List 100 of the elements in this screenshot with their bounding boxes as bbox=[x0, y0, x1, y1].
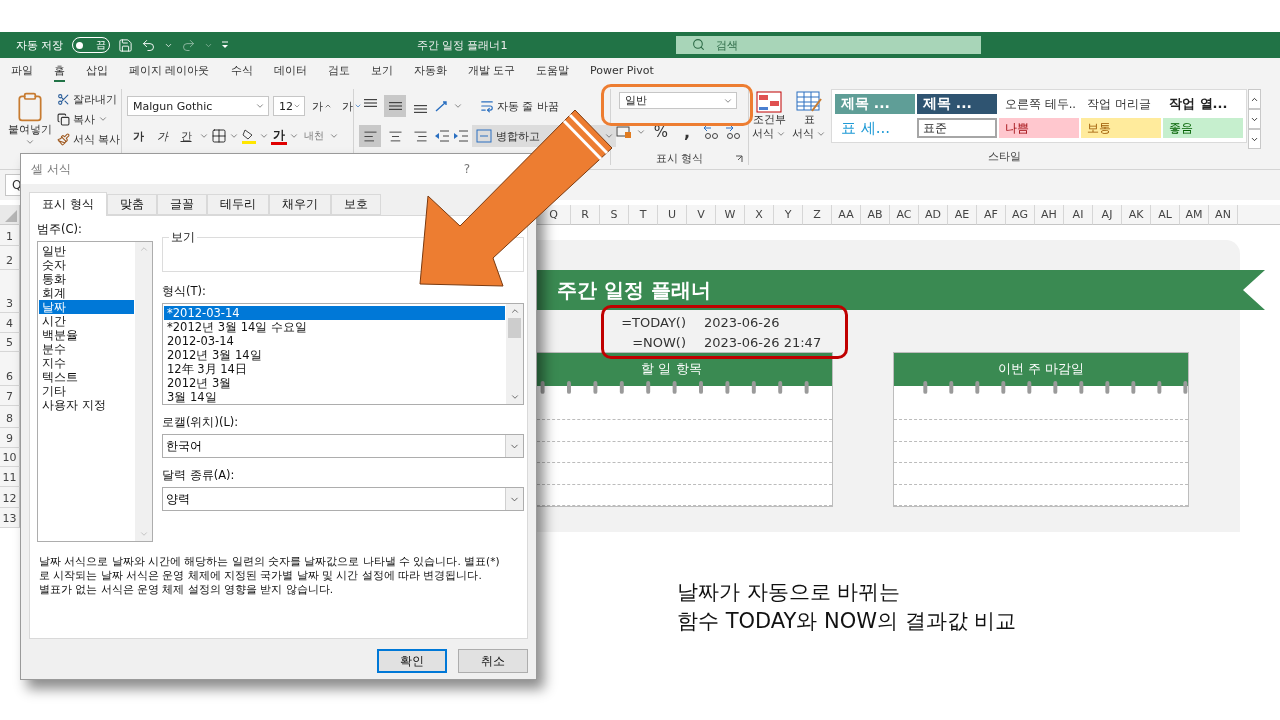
type-item[interactable]: *2012년 3월 14일 수요일 bbox=[164, 320, 505, 334]
ok-button[interactable]: 확인 bbox=[377, 649, 447, 673]
column-header[interactable]: AE bbox=[948, 205, 977, 225]
grow-font-button[interactable]: 가 bbox=[309, 95, 335, 117]
row-header[interactable]: 5 bbox=[0, 333, 20, 352]
italic-button[interactable]: 가 bbox=[151, 125, 173, 147]
row-header[interactable]: 9 bbox=[0, 428, 20, 448]
column-header[interactable]: R bbox=[571, 205, 600, 225]
shrink-font-button[interactable]: 가 bbox=[339, 95, 365, 117]
cell-style[interactable]: 제목 ... bbox=[917, 94, 997, 114]
ribbon-tab[interactable]: 파일 bbox=[11, 61, 33, 82]
column-header[interactable]: AB bbox=[861, 205, 890, 225]
category-item[interactable]: 일반 bbox=[39, 244, 134, 258]
type-item[interactable]: 2012년 3월 bbox=[164, 376, 505, 390]
ribbon-tab[interactable]: Power Pivot bbox=[590, 62, 654, 81]
column-header[interactable]: T bbox=[629, 205, 658, 225]
category-item[interactable]: 기타 bbox=[39, 384, 134, 398]
cell-style[interactable]: 표준 bbox=[917, 118, 997, 138]
conditional-formatting-button[interactable]: 조건부 서식 bbox=[749, 89, 789, 144]
ribbon-tab[interactable]: 홈 bbox=[54, 61, 65, 82]
row-header[interactable]: 13 bbox=[0, 508, 20, 528]
category-item[interactable]: 사용자 지정 bbox=[39, 398, 134, 412]
cut-button[interactable]: 잘라내기 bbox=[55, 89, 123, 109]
row-header[interactable]: 7 bbox=[0, 386, 20, 406]
format-painter-button[interactable]: 서식 복사 bbox=[55, 129, 123, 149]
wrap-text-button[interactable]: 자동 줄 바꿈 bbox=[478, 96, 561, 116]
dialog-tab[interactable]: 글꼴 bbox=[156, 194, 207, 215]
phonetic-button[interactable]: 내천 bbox=[301, 125, 327, 147]
row-header[interactable]: 1 bbox=[0, 225, 20, 246]
locale-dropdown[interactable]: 한국어 bbox=[162, 434, 524, 458]
dialog-tab[interactable]: 보호 bbox=[330, 194, 381, 215]
column-header[interactable]: AJ bbox=[1093, 205, 1122, 225]
ribbon-tab[interactable]: 삽입 bbox=[86, 61, 108, 82]
ribbon-tab[interactable]: 보기 bbox=[370, 61, 393, 82]
column-header[interactable]: W bbox=[716, 205, 745, 225]
column-header[interactable]: AF bbox=[977, 205, 1006, 225]
column-header[interactable]: AH bbox=[1035, 205, 1064, 225]
ribbon-tab[interactable]: 데이터 bbox=[273, 61, 307, 82]
column-header[interactable]: AD bbox=[919, 205, 948, 225]
column-header[interactable]: V bbox=[687, 205, 716, 225]
underline-button[interactable]: 간 bbox=[175, 125, 197, 147]
column-header[interactable]: S bbox=[600, 205, 629, 225]
column-header[interactable]: AA bbox=[832, 205, 861, 225]
dialog-tab[interactable]: 채우기 bbox=[268, 194, 331, 215]
column-header[interactable]: AI bbox=[1064, 205, 1093, 225]
column-header[interactable]: Z bbox=[803, 205, 832, 225]
category-item[interactable]: 시간 bbox=[39, 314, 134, 328]
row-header[interactable]: 6 bbox=[0, 352, 20, 386]
ribbon-tab[interactable]: 개발 도구 bbox=[467, 61, 515, 82]
type-item[interactable]: *2012-03-14 bbox=[164, 306, 505, 320]
column-header[interactable]: Y bbox=[774, 205, 803, 225]
ribbon-tab[interactable]: 검토 bbox=[327, 61, 350, 82]
column-header[interactable]: AC bbox=[890, 205, 919, 225]
copy-button[interactable]: 복사 bbox=[55, 109, 123, 129]
search-field[interactable]: 검색 bbox=[675, 36, 981, 54]
font-size-field[interactable]: 12 bbox=[273, 96, 305, 116]
comma-button[interactable]: , bbox=[676, 121, 698, 143]
column-header[interactable]: AN bbox=[1209, 205, 1238, 225]
category-item[interactable]: 숫자 bbox=[39, 258, 134, 272]
cell-style[interactable]: 좋음 bbox=[1163, 118, 1243, 138]
row-header[interactable]: 12 bbox=[0, 487, 20, 508]
ribbon-tab[interactable]: 도움말 bbox=[536, 61, 569, 82]
bold-button[interactable]: 가 bbox=[127, 125, 149, 147]
help-button[interactable]: ? bbox=[457, 161, 476, 177]
font-color-button[interactable]: 가 bbox=[271, 127, 287, 145]
type-item[interactable]: 2012년 3월 14일 bbox=[164, 348, 505, 362]
dialog-tab[interactable]: 테두리 bbox=[206, 194, 269, 215]
type-item[interactable]: 3월 14일 bbox=[164, 390, 505, 404]
category-item[interactable]: 분수 bbox=[39, 342, 134, 356]
dialog-tab[interactable]: 맞춤 bbox=[106, 194, 157, 215]
row-header[interactable]: 4 bbox=[0, 313, 20, 333]
cancel-button[interactable]: 취소 bbox=[458, 649, 528, 673]
category-item[interactable]: 텍스트 bbox=[39, 370, 134, 384]
row-header[interactable]: 8 bbox=[0, 406, 20, 428]
number-format-field[interactable]: 일반 bbox=[619, 92, 737, 109]
ribbon-tab[interactable]: 수식 bbox=[230, 61, 253, 82]
cell-style[interactable]: 나쁨 bbox=[999, 118, 1079, 138]
category-item[interactable]: 백분율 bbox=[39, 328, 134, 342]
category-item[interactable]: 날짜 bbox=[39, 300, 134, 314]
row-header[interactable]: 10 bbox=[0, 448, 20, 467]
row-header[interactable]: 2 bbox=[0, 246, 20, 270]
category-item[interactable]: 회계 bbox=[39, 286, 134, 300]
dialog-tab[interactable]: 표시 형식 bbox=[29, 192, 107, 216]
ribbon-tab[interactable]: 페이지 레이아웃 bbox=[129, 61, 210, 82]
type-item[interactable]: 2012-03-14 bbox=[164, 334, 505, 348]
category-item[interactable]: 통화 bbox=[39, 272, 134, 286]
calendar-dropdown[interactable]: 양력 bbox=[162, 487, 524, 511]
column-header[interactable]: AK bbox=[1122, 205, 1151, 225]
column-header[interactable]: AG bbox=[1006, 205, 1035, 225]
column-header[interactable]: X bbox=[745, 205, 774, 225]
column-header[interactable]: U bbox=[658, 205, 687, 225]
cell-style[interactable]: 보통 bbox=[1081, 118, 1161, 138]
row-header[interactable]: 11 bbox=[0, 467, 20, 487]
row-header[interactable]: 3 bbox=[0, 270, 20, 313]
category-item[interactable]: 지수 bbox=[39, 356, 134, 370]
column-header[interactable]: AM bbox=[1180, 205, 1209, 225]
font-name-field[interactable]: Malgun Gothic bbox=[127, 96, 269, 116]
column-header[interactable]: AL bbox=[1151, 205, 1180, 225]
format-as-table-button[interactable]: 표 서식 bbox=[789, 89, 829, 144]
ribbon-tab[interactable]: 자동화 bbox=[413, 61, 447, 82]
